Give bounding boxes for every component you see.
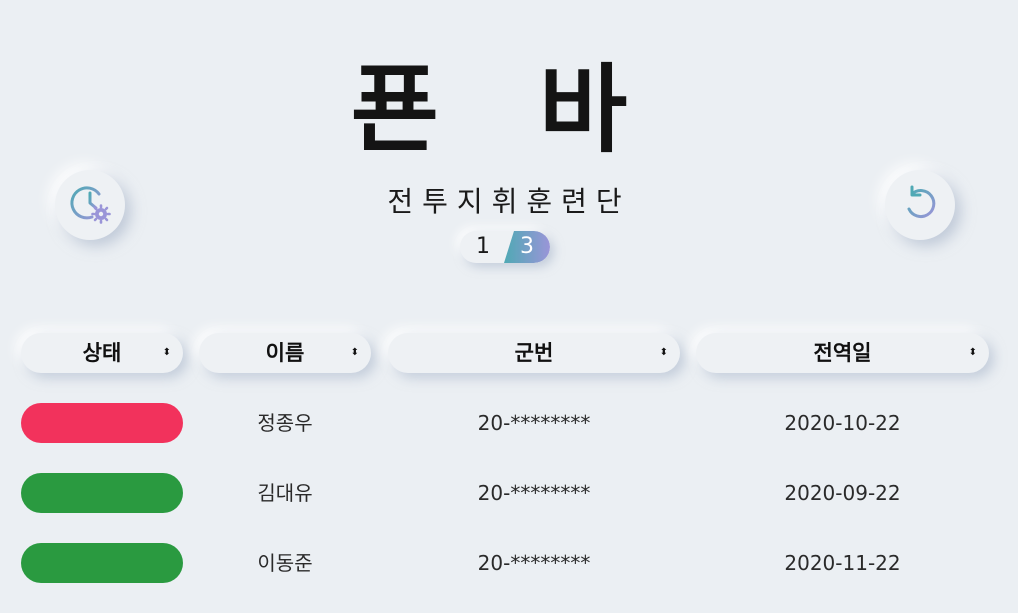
- title-part-2: 바: [539, 54, 668, 166]
- service-number-cell: 20-********: [477, 481, 591, 505]
- page-subtitle: 전투지휘훈련단: [387, 185, 631, 218]
- clock-settings-icon: [68, 181, 112, 229]
- column-header-status[interactable]: 상태 ⬍: [21, 333, 183, 373]
- schedule-settings-button[interactable]: [55, 170, 125, 240]
- page-title: 푠바: [0, 58, 1018, 162]
- service-number-cell: 20-********: [477, 411, 591, 435]
- column-header-service-number[interactable]: 군번 ⬍: [388, 333, 680, 373]
- sort-icon: ⬍: [968, 347, 977, 358]
- table-row[interactable]: 정종우 20-******** 2020-10-22: [0, 403, 1018, 443]
- sort-icon: ⬍: [350, 347, 359, 358]
- toggle-right-value: 3: [504, 231, 550, 263]
- name-cell: 이동준: [257, 551, 313, 575]
- toggle-left-value: 1: [476, 234, 490, 259]
- count-toggle[interactable]: 1 3: [460, 231, 550, 263]
- sort-icon: ⬍: [659, 347, 668, 358]
- refresh-button[interactable]: [885, 170, 955, 240]
- status-badge: [21, 473, 183, 513]
- title-part-1: 푠: [350, 54, 479, 166]
- status-badge: [21, 543, 183, 583]
- column-header-label: 상태: [82, 341, 122, 365]
- column-header-label: 군번: [514, 341, 554, 365]
- column-header-discharge-date[interactable]: 전역일 ⬍: [696, 333, 989, 373]
- column-header-label: 이름: [265, 341, 305, 365]
- name-cell: 김대유: [257, 481, 313, 505]
- refresh-icon: [900, 183, 940, 227]
- status-badge: [21, 403, 183, 443]
- service-number-cell: 20-********: [477, 551, 591, 575]
- page: 푠바 전투지휘훈련단 1 3 상태 ⬍ 이름 ⬍ 군번 ⬍ 전역일 ⬍ 정종우 …: [0, 0, 1018, 613]
- discharge-date-cell: 2020-11-22: [784, 551, 901, 575]
- column-header-label: 전역일: [813, 341, 872, 365]
- table-row[interactable]: 이동준 20-******** 2020-11-22: [0, 543, 1018, 583]
- name-cell: 정종우: [257, 411, 313, 435]
- discharge-date-cell: 2020-09-22: [784, 481, 901, 505]
- table-row[interactable]: 김대유 20-******** 2020-09-22: [0, 473, 1018, 513]
- column-header-name[interactable]: 이름 ⬍: [199, 333, 371, 373]
- sort-icon: ⬍: [162, 347, 171, 358]
- discharge-date-cell: 2020-10-22: [784, 411, 901, 435]
